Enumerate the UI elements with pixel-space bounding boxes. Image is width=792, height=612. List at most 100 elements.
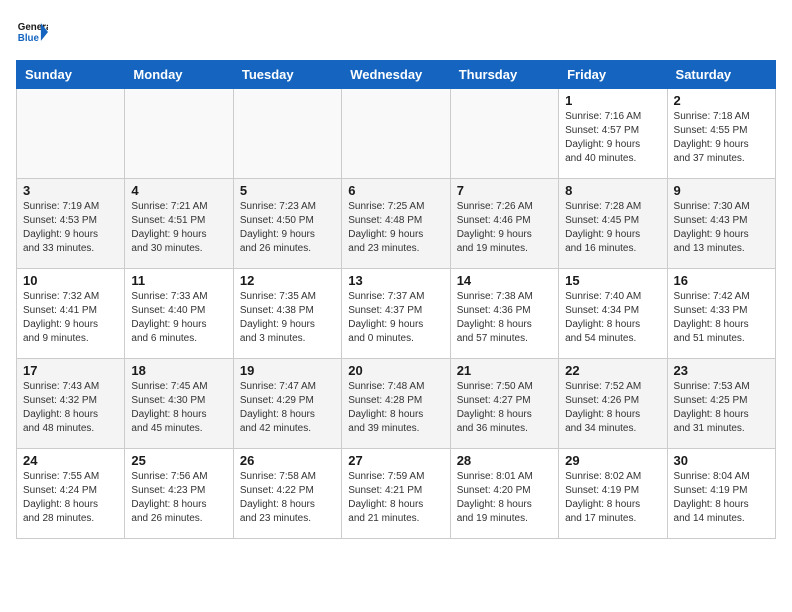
day-number: 16 [674,273,769,288]
day-info: Sunrise: 7:25 AM Sunset: 4:48 PM Dayligh… [348,200,443,256]
calendar-week-row: 3 Sunrise: 7:19 AM Sunset: 4:53 PM Daylig… [17,179,776,269]
calendar-cell: 7 Sunrise: 7:26 AM Sunset: 4:46 PM Daylig… [450,179,558,269]
day-number: 4 [131,183,226,198]
calendar-cell: 21 Sunrise: 7:50 AM Sunset: 4:27 PM Dayli… [450,359,558,449]
day-info: Sunrise: 7:59 AM Sunset: 4:21 PM Dayligh… [348,470,443,526]
calendar-cell: 15 Sunrise: 7:40 AM Sunset: 4:34 PM Dayli… [559,269,667,359]
day-number: 26 [240,453,335,468]
calendar-cell [450,89,558,179]
day-info: Sunrise: 7:40 AM Sunset: 4:34 PM Dayligh… [565,290,660,346]
day-info: Sunrise: 7:48 AM Sunset: 4:28 PM Dayligh… [348,380,443,436]
day-number: 15 [565,273,660,288]
calendar-cell: 12Sunrise: 7:35 AM Sunset: 4:38 PM Dayli… [233,269,341,359]
svg-text:Blue: Blue [18,33,40,44]
day-number: 2 [674,93,769,108]
day-info: Sunrise: 8:01 AM Sunset: 4:20 PM Dayligh… [457,470,552,526]
day-number: 22 [565,363,660,378]
day-info: Sunrise: 7:53 AM Sunset: 4:25 PM Dayligh… [674,380,769,436]
day-number: 13 [348,273,443,288]
day-info: Sunrise: 7:19 AM Sunset: 4:53 PM Dayligh… [23,200,118,256]
calendar-cell: 29 Sunrise: 8:02 AM Sunset: 4:19 PM Dayli… [559,449,667,539]
calendar-cell: 30Sunrise: 8:04 AM Sunset: 4:19 PM Dayli… [667,449,775,539]
logo-icon: General Blue [16,16,48,48]
page-header: General Blue [16,16,776,48]
day-info: Sunrise: 7:45 AM Sunset: 4:30 PM Dayligh… [131,380,226,436]
day-info: Sunrise: 7:32 AM Sunset: 4:41 PM Dayligh… [23,290,118,346]
day-info: Sunrise: 7:23 AM Sunset: 4:50 PM Dayligh… [240,200,335,256]
calendar-cell: 17 Sunrise: 7:43 AM Sunset: 4:32 PM Dayli… [17,359,125,449]
calendar-cell: 26Sunrise: 7:58 AM Sunset: 4:22 PM Dayli… [233,449,341,539]
calendar-cell: 9Sunrise: 7:30 AM Sunset: 4:43 PM Daylig… [667,179,775,269]
day-number: 9 [674,183,769,198]
day-number: 30 [674,453,769,468]
day-number: 20 [348,363,443,378]
day-number: 8 [565,183,660,198]
day-number: 17 [23,363,118,378]
calendar-cell: 23 Sunrise: 7:53 AM Sunset: 4:25 PM Dayli… [667,359,775,449]
calendar-week-row: 17 Sunrise: 7:43 AM Sunset: 4:32 PM Dayli… [17,359,776,449]
day-number: 23 [674,363,769,378]
calendar-cell: 1 Sunrise: 7:16 AM Sunset: 4:57 PM Daylig… [559,89,667,179]
day-info: Sunrise: 7:16 AM Sunset: 4:57 PM Dayligh… [565,110,660,166]
day-number: 21 [457,363,552,378]
calendar-week-row: 10 Sunrise: 7:32 AM Sunset: 4:41 PM Dayli… [17,269,776,359]
calendar-cell: 13 Sunrise: 7:37 AM Sunset: 4:37 PM Dayli… [342,269,450,359]
day-info: Sunrise: 8:02 AM Sunset: 4:19 PM Dayligh… [565,470,660,526]
calendar-cell [125,89,233,179]
calendar-cell [17,89,125,179]
day-number: 18 [131,363,226,378]
day-info: Sunrise: 7:43 AM Sunset: 4:32 PM Dayligh… [23,380,118,436]
day-info: Sunrise: 7:42 AM Sunset: 4:33 PM Dayligh… [674,290,769,346]
day-number: 3 [23,183,118,198]
calendar-cell: 20 Sunrise: 7:48 AM Sunset: 4:28 PM Dayli… [342,359,450,449]
day-number: 10 [23,273,118,288]
calendar-cell: 18 Sunrise: 7:45 AM Sunset: 4:30 PM Dayli… [125,359,233,449]
weekday-header: Wednesday [342,61,450,89]
day-info: Sunrise: 7:38 AM Sunset: 4:36 PM Dayligh… [457,290,552,346]
day-info: Sunrise: 7:52 AM Sunset: 4:26 PM Dayligh… [565,380,660,436]
calendar-cell: 28 Sunrise: 8:01 AM Sunset: 4:20 PM Dayli… [450,449,558,539]
calendar-cell: 2 Sunrise: 7:18 AM Sunset: 4:55 PM Daylig… [667,89,775,179]
day-info: Sunrise: 7:55 AM Sunset: 4:24 PM Dayligh… [23,470,118,526]
calendar-cell: 19 Sunrise: 7:47 AM Sunset: 4:29 PM Dayli… [233,359,341,449]
calendar-cell: 8Sunrise: 7:28 AM Sunset: 4:45 PM Daylig… [559,179,667,269]
day-number: 29 [565,453,660,468]
day-info: Sunrise: 7:47 AM Sunset: 4:29 PM Dayligh… [240,380,335,436]
day-info: Sunrise: 7:33 AM Sunset: 4:40 PM Dayligh… [131,290,226,346]
day-info: Sunrise: 7:50 AM Sunset: 4:27 PM Dayligh… [457,380,552,436]
day-number: 19 [240,363,335,378]
day-info: Sunrise: 7:26 AM Sunset: 4:46 PM Dayligh… [457,200,552,256]
calendar-cell: 25 Sunrise: 7:56 AM Sunset: 4:23 PM Dayli… [125,449,233,539]
calendar-cell: 10 Sunrise: 7:32 AM Sunset: 4:41 PM Dayli… [17,269,125,359]
weekday-header: Friday [559,61,667,89]
day-number: 24 [23,453,118,468]
day-info: Sunrise: 7:56 AM Sunset: 4:23 PM Dayligh… [131,470,226,526]
calendar-cell: 14 Sunrise: 7:38 AM Sunset: 4:36 PM Dayli… [450,269,558,359]
day-number: 11 [131,273,226,288]
calendar-cell [342,89,450,179]
calendar-header-row: SundayMondayTuesdayWednesdayThursdayFrid… [17,61,776,89]
day-info: Sunrise: 7:37 AM Sunset: 4:37 PM Dayligh… [348,290,443,346]
day-number: 14 [457,273,552,288]
weekday-header: Sunday [17,61,125,89]
day-number: 7 [457,183,552,198]
calendar-cell [233,89,341,179]
weekday-header: Saturday [667,61,775,89]
day-number: 25 [131,453,226,468]
calendar-cell: 27 Sunrise: 7:59 AM Sunset: 4:21 PM Dayli… [342,449,450,539]
calendar-cell: 11 Sunrise: 7:33 AM Sunset: 4:40 PM Dayli… [125,269,233,359]
day-number: 27 [348,453,443,468]
calendar-cell: 3 Sunrise: 7:19 AM Sunset: 4:53 PM Daylig… [17,179,125,269]
day-number: 12 [240,273,335,288]
weekday-header: Monday [125,61,233,89]
calendar-cell: 4 Sunrise: 7:21 AM Sunset: 4:51 PM Daylig… [125,179,233,269]
day-number: 1 [565,93,660,108]
calendar-cell: 6 Sunrise: 7:25 AM Sunset: 4:48 PM Daylig… [342,179,450,269]
day-info: Sunrise: 7:21 AM Sunset: 4:51 PM Dayligh… [131,200,226,256]
logo: General Blue [16,16,48,48]
day-number: 28 [457,453,552,468]
day-info: Sunrise: 7:18 AM Sunset: 4:55 PM Dayligh… [674,110,769,166]
weekday-header: Thursday [450,61,558,89]
day-number: 5 [240,183,335,198]
day-number: 6 [348,183,443,198]
